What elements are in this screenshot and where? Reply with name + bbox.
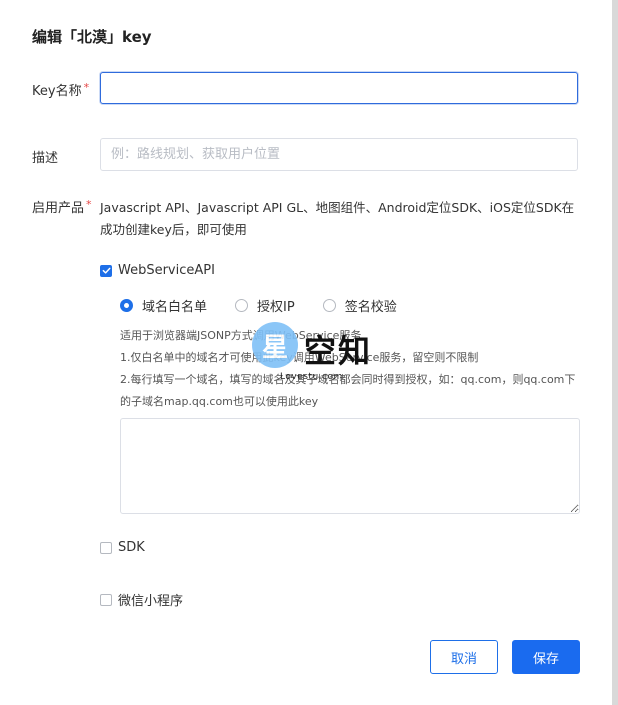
help-line: 1.仅白名单中的域名才可使用此key调用WebService服务，留空则不限制 <box>120 351 479 364</box>
radio-unselected-icon[interactable] <box>235 299 249 312</box>
required-mark: * <box>86 198 92 211</box>
required-mark: * <box>83 81 90 94</box>
products-description: Javascript API、Javascript API GL、地图组件、An… <box>100 200 575 237</box>
auth-mode-radio-group: 域名白名单 授权IP 签名校验 <box>120 296 425 315</box>
products-label-text: 启用产品 <box>32 201 85 216</box>
radio-selected-icon[interactable] <box>120 299 133 312</box>
checkmark-icon <box>102 267 110 274</box>
whitelist-help-text: 适用于浏览器端JSONP方式调用WebService服务 1.仅白名单中的域名才… <box>120 325 580 413</box>
radio-signature-check[interactable]: 签名校验 <box>322 296 397 315</box>
products-label: 启用产品 * <box>32 197 92 216</box>
radio-label: 域名白名单 <box>142 300 208 315</box>
radio-unselected-icon[interactable] <box>322 299 336 312</box>
sdk-label: SDK <box>118 540 145 555</box>
key-name-label-text: Key名称 <box>32 84 82 99</box>
radio-domain-whitelist[interactable]: 域名白名单 <box>120 296 207 315</box>
webservice-checkbox-row[interactable]: WebServiceAPI <box>100 263 215 278</box>
help-line: 适用于浏览器端JSONP方式调用WebService服务 <box>120 329 362 342</box>
cancel-button[interactable]: 取消 <box>430 640 498 674</box>
description-label: 描述 <box>32 151 59 166</box>
miniprogram-checkbox[interactable] <box>100 593 112 606</box>
scrollbar-track[interactable] <box>612 0 618 705</box>
key-name-label: Key名称 * <box>32 80 89 99</box>
edit-key-dialog: 编辑「北漠」key Key名称* 描述 启用产品* Javascript API… <box>0 0 612 705</box>
description-input[interactable] <box>100 138 578 171</box>
webservice-checkbox[interactable] <box>100 264 112 277</box>
sdk-checkbox[interactable] <box>100 541 112 554</box>
webservice-label: WebServiceAPI <box>118 263 215 278</box>
miniprogram-label: 微信小程序 <box>118 594 184 609</box>
radio-label: 签名校验 <box>344 300 397 315</box>
save-button[interactable]: 保存 <box>512 640 580 674</box>
help-line: 2.每行填写一个域名，填写的域名及其子域名都会同时得到授权，如：qq.com，则… <box>120 373 576 408</box>
radio-label: 授权IP <box>257 300 295 315</box>
dialog-title: 编辑「北漠」key <box>32 28 152 46</box>
sdk-checkbox-row[interactable]: SDK <box>100 540 145 555</box>
key-name-input[interactable] <box>100 72 578 104</box>
radio-authorized-ip[interactable]: 授权IP <box>235 296 295 315</box>
miniprogram-checkbox-row[interactable]: 微信小程序 <box>100 590 183 609</box>
domain-whitelist-textarea[interactable] <box>120 418 580 514</box>
